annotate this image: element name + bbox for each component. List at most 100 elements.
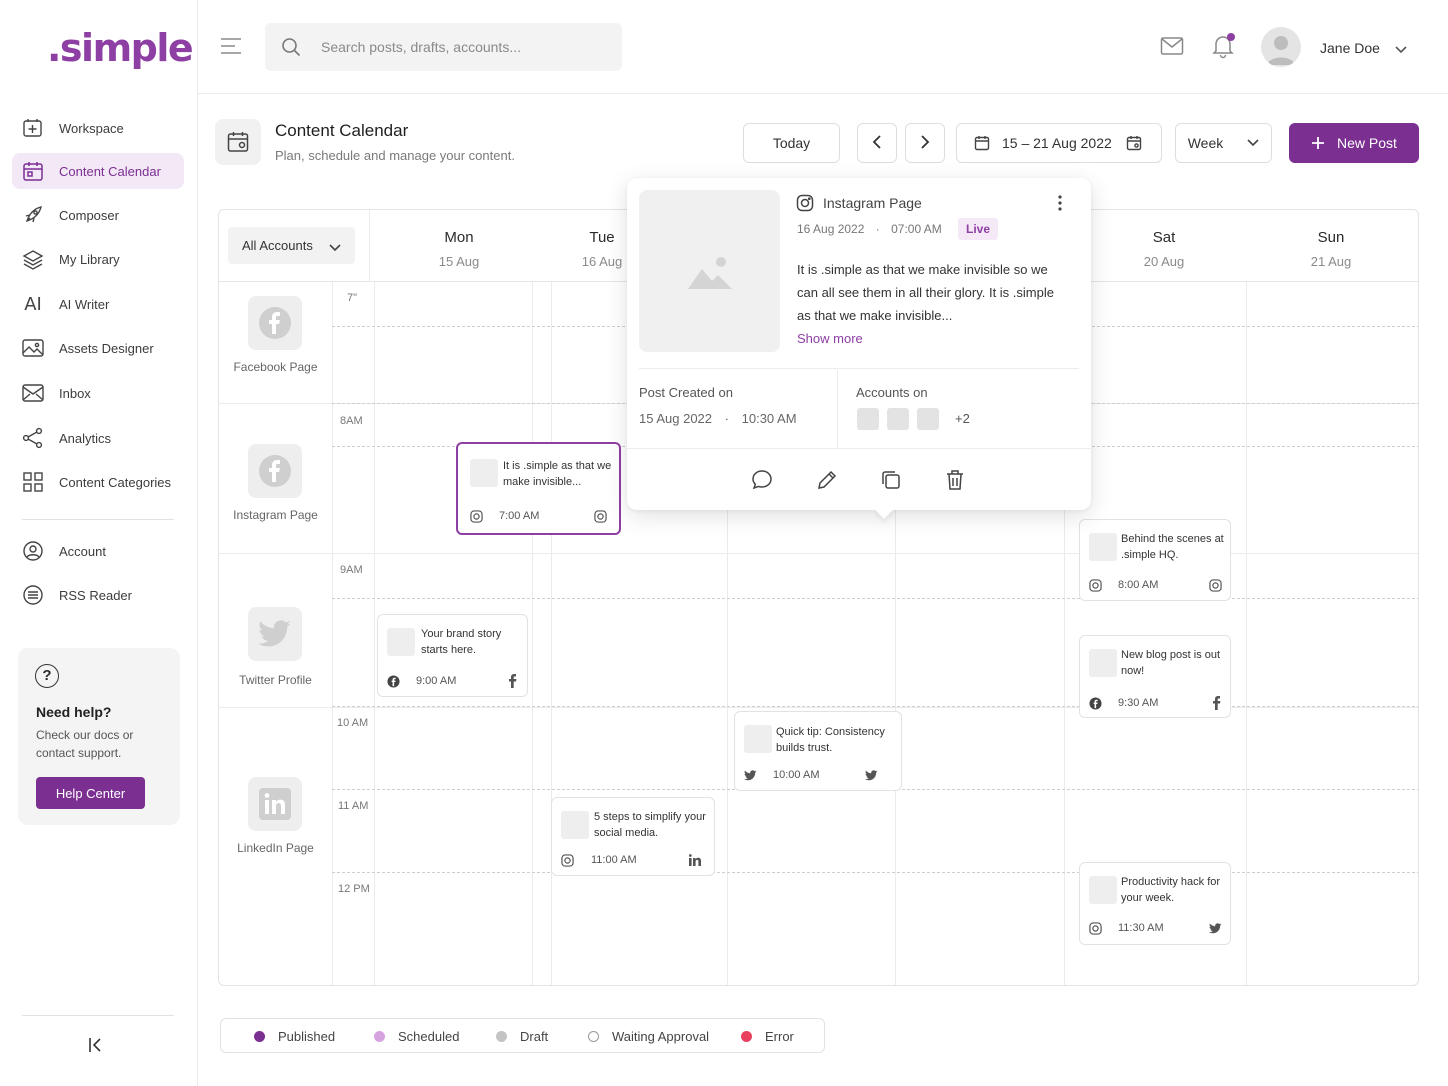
legend-item-scheduled: Scheduled bbox=[374, 1019, 459, 1054]
sidebar-item-composer[interactable]: Composer bbox=[12, 197, 184, 233]
sidebar-item-account[interactable]: Account bbox=[12, 533, 184, 569]
help-center-button[interactable]: Help Center bbox=[36, 777, 145, 809]
time-label: 9AM bbox=[340, 564, 363, 576]
account-row-twitter[interactable]: Twitter Profile bbox=[219, 607, 332, 707]
calendar-icon bbox=[21, 159, 45, 183]
brand-logo[interactable]: .simple bbox=[47, 26, 194, 70]
search-input[interactable] bbox=[321, 23, 611, 71]
grid-line bbox=[532, 282, 533, 985]
sidebar-item-assets-designer[interactable]: Assets Designer bbox=[12, 330, 184, 366]
hour-line bbox=[332, 598, 1418, 599]
day-name: Sat bbox=[1152, 229, 1176, 246]
day-header-sun[interactable]: Sun 21 Aug bbox=[1242, 210, 1418, 282]
view-select[interactable]: Week bbox=[1175, 123, 1272, 163]
accounts-filter-value: All Accounts bbox=[242, 238, 313, 253]
sidebar-divider bbox=[22, 519, 174, 520]
sidebar-item-my-library[interactable]: My Library bbox=[12, 241, 184, 277]
account-label: Twitter Profile bbox=[239, 673, 312, 687]
hour-line bbox=[332, 872, 1418, 873]
sidebar-item-content-calendar[interactable]: Content Calendar bbox=[12, 153, 184, 189]
previous-week-button[interactable] bbox=[857, 123, 897, 163]
comment-icon[interactable] bbox=[750, 468, 774, 492]
post-card[interactable]: Quick tip: Consistency builds trust. 10:… bbox=[734, 711, 902, 791]
post-card[interactable]: Productivity hack for your week. 11:30 A… bbox=[1079, 862, 1231, 945]
sidebar-footer-divider bbox=[22, 1015, 174, 1016]
sidebar-item-label: Workspace bbox=[59, 120, 124, 136]
today-button[interactable]: Today bbox=[743, 123, 840, 163]
post-preview-popover: Instagram Page 16 Aug 2022 · 07:00 AM Li… bbox=[627, 178, 1091, 519]
accounts-filter-dropdown[interactable]: All Accounts bbox=[228, 227, 355, 264]
day-header-sat[interactable]: Sat 20 Aug bbox=[1075, 210, 1253, 282]
account-avatar bbox=[857, 408, 879, 430]
sidebar-item-ai-writer[interactable]: AI AI Writer bbox=[12, 286, 184, 322]
facebook-icon bbox=[1209, 696, 1223, 710]
legend-label: Error bbox=[765, 1029, 794, 1044]
sidebar-item-analytics[interactable]: Analytics bbox=[12, 420, 184, 456]
post-card[interactable]: Your brand story starts here. 9:00 AM bbox=[377, 614, 528, 697]
time-label: 7" bbox=[347, 292, 358, 304]
post-card[interactable]: It is .simple as that we make invisible.… bbox=[456, 442, 621, 535]
grid-line bbox=[219, 707, 1418, 708]
image-icon bbox=[21, 336, 45, 360]
status-legend: Published Scheduled Draft Waiting Approv… bbox=[220, 1018, 825, 1053]
share-icon bbox=[21, 426, 45, 450]
help-text: Check our docs or contact support. bbox=[36, 728, 134, 760]
calendar-icon bbox=[1126, 135, 1142, 151]
chevron-left-icon bbox=[872, 134, 882, 152]
instagram-icon bbox=[560, 853, 574, 867]
post-thumbnail bbox=[561, 811, 589, 839]
created-time: 10:30 AM bbox=[741, 411, 797, 426]
rss-icon bbox=[21, 583, 45, 607]
sidebar-item-workspace[interactable]: Workspace bbox=[12, 110, 184, 146]
linkedin-icon bbox=[688, 853, 702, 867]
edit-icon[interactable] bbox=[815, 468, 839, 492]
top-bar: Jane Doe bbox=[198, 0, 1448, 94]
post-card[interactable]: 5 steps to simplify your social media. 1… bbox=[551, 797, 715, 876]
delete-icon[interactable] bbox=[943, 468, 967, 492]
sidebar-item-rss-reader[interactable]: RSS Reader bbox=[12, 577, 184, 613]
post-text: Behind the scenes at .simple HQ. bbox=[1121, 533, 1224, 561]
time-label: 10 AM bbox=[337, 717, 369, 729]
chevron-down-icon[interactable] bbox=[1394, 42, 1408, 60]
collapse-sidebar-icon[interactable] bbox=[84, 1033, 108, 1057]
facebook-icon bbox=[1088, 696, 1102, 710]
sidebar-item-inbox[interactable]: Inbox bbox=[12, 375, 184, 411]
account-row-facebook[interactable]: Facebook Page bbox=[219, 296, 332, 396]
notification-badge bbox=[1227, 33, 1235, 41]
separator-dot: · bbox=[875, 222, 880, 236]
more-options-icon[interactable] bbox=[1057, 194, 1063, 217]
post-thumbnail bbox=[387, 628, 415, 656]
duplicate-icon[interactable] bbox=[879, 468, 903, 492]
account-row-instagram[interactable]: Instagram Page bbox=[219, 444, 332, 544]
sidebar-item-content-categories[interactable]: Content Categories bbox=[12, 464, 184, 500]
popover-post-text: It is .simple as that we make invisible … bbox=[797, 262, 1054, 323]
mail-icon[interactable] bbox=[1160, 36, 1184, 61]
post-thumbnail bbox=[1089, 876, 1117, 904]
legend-label: Published bbox=[278, 1029, 336, 1044]
time-label: 11 AM bbox=[338, 800, 369, 812]
account-label: Facebook Page bbox=[233, 360, 318, 374]
post-time: 8:00 AM bbox=[1118, 579, 1159, 591]
post-time: 11:00 AM bbox=[591, 854, 637, 866]
user-name[interactable]: Jane Doe bbox=[1320, 40, 1380, 56]
popover-time: 07:00 AM bbox=[891, 222, 942, 236]
post-card[interactable]: Behind the scenes at .simple HQ. 8:00 AM bbox=[1079, 519, 1231, 601]
legend-dot bbox=[588, 1031, 599, 1042]
grid-line bbox=[369, 210, 370, 282]
avatar[interactable] bbox=[1261, 27, 1301, 67]
new-post-button[interactable]: New Post bbox=[1289, 123, 1419, 163]
page-subtitle: Plan, schedule and manage your content. bbox=[275, 148, 515, 163]
grid-icon bbox=[21, 470, 45, 494]
accounts-more-count: +2 bbox=[955, 411, 970, 426]
hamburger-menu-icon[interactable] bbox=[220, 36, 242, 61]
legend-item-draft: Draft bbox=[496, 1019, 548, 1054]
show-more-link[interactable]: Show more bbox=[797, 331, 863, 346]
account-row-linkedin[interactable]: LinkedIn Page bbox=[219, 777, 332, 877]
date-range-text: 15 – 21 Aug 2022 bbox=[1002, 135, 1112, 151]
post-card[interactable]: New blog post is out now! 9:30 AM bbox=[1079, 635, 1231, 718]
date-range-picker[interactable]: 15 – 21 Aug 2022 bbox=[956, 123, 1162, 163]
grid-line bbox=[551, 282, 552, 985]
next-week-button[interactable] bbox=[905, 123, 945, 163]
post-time: 9:00 AM bbox=[416, 675, 457, 687]
popover-account-name: Instagram Page bbox=[823, 195, 922, 211]
